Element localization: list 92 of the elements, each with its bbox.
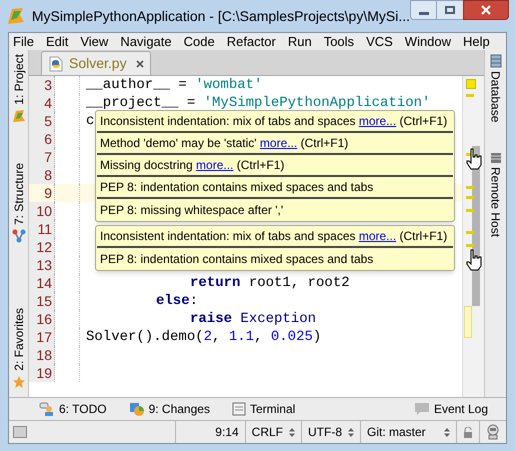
up-down-arrows-icon — [348, 428, 354, 436]
menu-item[interactable]: Navigate — [120, 32, 172, 52]
tooltip-message: PEP 8: indentation contains mixed spaces and tabs — [100, 251, 374, 268]
tool-window-button[interactable]: 7: Structure — [10, 162, 28, 243]
hand-cursor-icon — [466, 148, 483, 170]
minimize-icon — [418, 12, 428, 14]
line-number: 3 — [29, 76, 55, 94]
window-title: MySimplePythonApplication - [C:\SamplesProjects\py\MySi... — [32, 6, 410, 26]
line-number: 13 — [29, 256, 55, 274]
code-line: Solver().demo(2, 1.1, 0.025) — [85, 328, 322, 346]
tooltip-message: Missing docstring more... (Ctrl+F1) — [100, 157, 284, 174]
more-link[interactable]: more... — [260, 136, 298, 150]
menu-item[interactable]: Window — [404, 32, 452, 52]
star-icon — [12, 375, 26, 389]
database-icon — [488, 54, 502, 68]
inspector-icon[interactable] — [486, 424, 500, 440]
python-file-icon — [48, 56, 64, 72]
folder-icon — [12, 108, 26, 123]
lock-icon[interactable] — [463, 426, 473, 438]
tooltip-message: Method 'demo' may be 'static' more... (Ctrl+F1) — [100, 135, 348, 152]
line-number: 18 — [29, 346, 55, 364]
todo-icon — [39, 402, 55, 416]
line-number: 14 — [29, 274, 55, 292]
more-link[interactable]: more... — [196, 158, 234, 172]
tool-window-button[interactable]: Remote Host — [486, 152, 504, 238]
minimize-button[interactable] — [410, 0, 437, 20]
line-number: 16 — [29, 310, 55, 328]
caret-position[interactable]: 9:14 — [215, 423, 239, 441]
close-button[interactable] — [463, 0, 509, 20]
server-icon — [490, 152, 502, 164]
warning-mark — [466, 209, 474, 212]
editor-tab[interactable]: Solver.py — [41, 51, 151, 75]
hand-cursor-icon — [466, 249, 483, 271]
up-down-arrows-icon — [289, 428, 295, 436]
code-line: return root1, root2 — [189, 274, 350, 292]
tool-window-button[interactable]: Event Log — [414, 400, 488, 418]
warning-highlight — [464, 306, 472, 338]
tooltip-message: Inconsistent indentation: mix of tabs and spaces more... (Ctrl+F1) — [100, 113, 448, 130]
changes-icon — [128, 402, 145, 416]
structure-icon — [12, 228, 26, 243]
menu-item[interactable]: Help — [463, 32, 490, 52]
line-number: 6 — [29, 130, 55, 148]
menu-item[interactable]: Code — [184, 32, 215, 52]
vcs-branch-selector[interactable]: Git: master — [367, 423, 426, 441]
panel-toggle-icon[interactable] — [13, 426, 27, 438]
line-number: 8 — [29, 166, 55, 184]
line-number: 17 — [29, 328, 55, 346]
tool-window-button[interactable]: Terminal — [232, 400, 296, 418]
maximize-icon — [445, 6, 455, 14]
line-separator-selector[interactable]: CRLF — [252, 423, 283, 441]
terminal-icon — [232, 402, 246, 416]
line-number: 7 — [29, 148, 55, 166]
tool-window-button[interactable]: 2: Favorites — [10, 308, 28, 389]
line-number: 12 — [29, 238, 55, 256]
code-line: else: — [155, 292, 198, 310]
status-marker-icon — [466, 79, 476, 89]
maximize-button[interactable] — [437, 0, 463, 20]
tool-window-button[interactable]: 6: TODO — [39, 400, 107, 418]
tooltip-message: PEP 8: indentation contains mixed spaces and tabs — [100, 179, 374, 196]
app-logo-icon — [6, 6, 26, 26]
menu-item[interactable]: Edit — [46, 32, 68, 52]
warning-mark — [466, 244, 474, 247]
line-number: 19 — [29, 364, 55, 382]
line-number: 4 — [29, 94, 55, 112]
encoding-selector[interactable]: UTF-8 — [308, 423, 342, 441]
tool-window-button[interactable]: 9: Changes — [128, 400, 210, 418]
tool-window-button[interactable]: 1: Project — [10, 54, 28, 123]
menu-item[interactable]: Tools — [324, 32, 354, 52]
code-line: c — [85, 112, 94, 130]
code-line: __project__ = 'MySimplePythonApplication' — [85, 94, 430, 112]
line-number: 15 — [29, 292, 55, 310]
code-line: __author__ = 'wombat' — [85, 76, 262, 94]
more-link[interactable]: more... — [358, 114, 396, 128]
code-line: raise Exception — [189, 310, 316, 328]
speech-bubble-icon — [414, 402, 430, 416]
menu-item[interactable]: VCS — [366, 32, 393, 52]
tooltip-message: Inconsistent indentation: mix of tabs and spaces more... (Ctrl+F1) — [100, 228, 448, 245]
up-down-arrows-icon — [444, 428, 450, 436]
menu-item[interactable]: File — [13, 32, 34, 52]
menu-item[interactable]: Refactor — [226, 32, 276, 52]
tool-window-button[interactable]: Database — [486, 54, 504, 122]
line-number: 5 — [29, 112, 55, 130]
close-tab-icon[interactable] — [136, 60, 144, 68]
warning-mark — [466, 231, 474, 234]
menu-item[interactable]: Run — [288, 32, 312, 52]
menu-item[interactable]: View — [80, 32, 108, 52]
close-icon — [481, 5, 491, 15]
line-number: 10 — [29, 202, 55, 220]
warning-mark — [466, 94, 474, 97]
tooltip-message: PEP 8: missing whitespace after ',' — [100, 202, 284, 219]
line-number: 11 — [29, 220, 55, 238]
more-link[interactable]: more... — [358, 229, 396, 243]
